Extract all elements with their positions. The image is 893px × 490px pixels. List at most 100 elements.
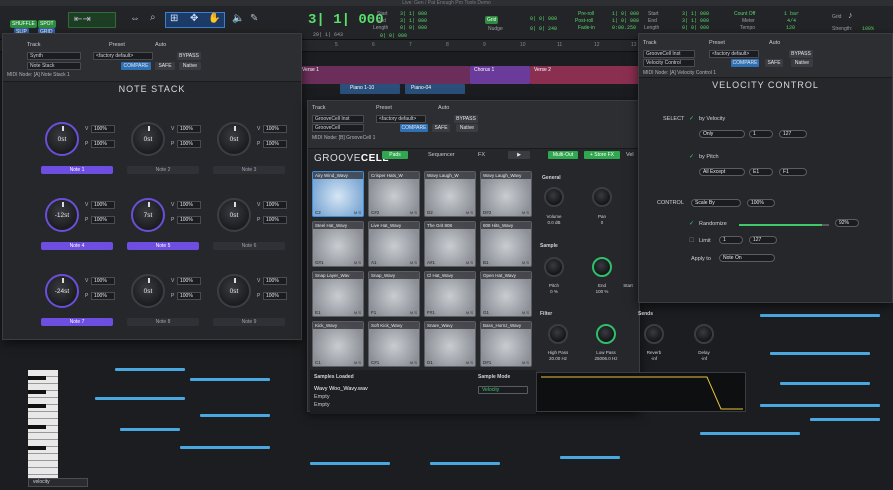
end2-value[interactable]: 3| 1| 000 — [682, 18, 709, 24]
note-toggle-button[interactable]: Note 8 — [127, 318, 199, 326]
play-button[interactable]: ▶ — [508, 151, 530, 159]
velocity-percent-field[interactable]: 100% — [263, 277, 287, 285]
transpose-knob[interactable]: 0st — [217, 274, 251, 308]
velocity-range-high[interactable]: 127 — [779, 130, 807, 138]
clip-piano-04[interactable]: Piano-04 — [405, 84, 465, 94]
pad-mute-solo[interactable]: M S — [466, 260, 473, 265]
drum-pad[interactable]: Snare_Wavy D1 M S — [424, 321, 476, 367]
bypass-button[interactable]: BYPASS — [454, 115, 478, 123]
note-value-icon[interactable]: ♪ — [848, 10, 853, 20]
fx-tab[interactable]: FX — [478, 152, 485, 158]
pad-mute-solo[interactable]: M S — [354, 260, 361, 265]
probability-percent-field[interactable]: 100% — [177, 140, 201, 148]
probability-percent-field[interactable]: 100% — [263, 216, 287, 224]
postroll-value[interactable]: 1| 0| 000 — [612, 18, 639, 24]
zoom-arrows-icon[interactable]: ⇤⇥ — [74, 14, 91, 25]
probability-percent-field[interactable]: 100% — [263, 140, 287, 148]
transpose-knob[interactable]: 0st — [131, 122, 165, 156]
pitch-range-low[interactable]: E1 — [749, 168, 773, 176]
spot-mode-button[interactable]: SPOT — [38, 20, 56, 28]
strength-value[interactable]: 100% — [862, 26, 874, 32]
midi-note[interactable] — [200, 414, 270, 417]
zoomer-tool-icon[interactable]: ⌕ — [150, 12, 156, 23]
track-select[interactable]: Synth — [27, 52, 81, 60]
pitch-range-high[interactable]: F1 — [779, 168, 807, 176]
track-select[interactable]: GrooveCell Inst — [312, 115, 364, 123]
probability-percent-field[interactable]: 100% — [91, 216, 115, 224]
velocity-percent-field[interactable]: 100% — [91, 201, 115, 209]
probability-percent-field[interactable]: 100% — [91, 292, 115, 300]
drum-pad[interactable]: Soft Kick_Wavy C#1 M S — [368, 321, 420, 367]
lowpass-knob[interactable] — [596, 324, 616, 344]
drum-pad[interactable]: Snap_Wavy F1 M S — [368, 271, 420, 317]
note-toggle-button[interactable]: Note 7 — [41, 318, 113, 326]
piano-black-key[interactable] — [28, 446, 46, 450]
midi-note[interactable] — [115, 368, 185, 371]
pad-mute-solo[interactable]: M S — [466, 360, 473, 365]
multi-out-button[interactable]: Multi-Out — [548, 151, 578, 159]
clip-verse-2[interactable]: Verse 2 — [530, 66, 640, 84]
clip-verse-1[interactable]: Verse 1 — [300, 66, 470, 84]
pad-mute-solo[interactable]: M S — [410, 360, 417, 365]
drum-pad[interactable]: Kick_Wavy C1 M S — [312, 321, 364, 367]
transpose-knob[interactable]: 0st — [217, 198, 251, 232]
velocity-percent-field[interactable]: 100% — [177, 125, 201, 133]
transpose-knob[interactable]: 0st — [217, 122, 251, 156]
shuffle-mode-button[interactable]: SHUFFLE — [10, 20, 37, 28]
pad-mute-solo[interactable]: M S — [466, 310, 473, 315]
pad-mute-solo[interactable]: M S — [522, 310, 529, 315]
zoom-out-icon[interactable]: ⇔ — [130, 13, 140, 24]
safe-button[interactable]: SAFE — [155, 62, 175, 70]
apply-to-select[interactable]: Note On — [719, 254, 775, 262]
sequencer-tab[interactable]: Sequencer — [428, 152, 455, 158]
transpose-knob[interactable]: 7st — [131, 198, 165, 232]
by-pitch-check-icon[interactable]: ✓ — [689, 153, 694, 160]
drum-pad[interactable]: Steel Hat_Wavy G#1 M S — [312, 221, 364, 267]
length-value[interactable]: 0| 0| 000 — [400, 25, 427, 31]
pad-mute-solo[interactable]: M S — [522, 260, 529, 265]
midi-note[interactable] — [310, 462, 390, 465]
grid-value[interactable]: 0| 0| 000 — [380, 33, 407, 39]
pad-mute-solo[interactable]: M S — [410, 310, 417, 315]
tempo-value[interactable]: 120 — [786, 25, 795, 31]
pad-mute-solo[interactable]: M S — [410, 260, 417, 265]
pad-mute-solo[interactable]: M S — [522, 210, 529, 215]
probability-percent-field[interactable]: 100% — [91, 140, 115, 148]
piano-black-key[interactable] — [28, 376, 46, 380]
drum-pad[interactable]: Crisper Hats_W C#2 M S — [368, 171, 420, 217]
drum-pad[interactable]: Airy Wind_Wavy C2 M S — [312, 171, 364, 217]
sample-slot-1[interactable]: Wavy Woo_Wavy.wav — [314, 386, 368, 392]
length2-value[interactable]: 0| 0| 000 — [682, 25, 709, 31]
safe-button[interactable]: SAFE — [432, 124, 450, 132]
plugin-select[interactable]: Note Stack — [27, 62, 81, 70]
native-button[interactable]: Native — [179, 62, 201, 70]
preset-select[interactable]: <factory default> — [709, 50, 759, 58]
drum-pad[interactable]: Wavy Laugh_Wavy D#2 M S — [480, 171, 532, 217]
transpose-knob[interactable]: 0st — [45, 122, 79, 156]
grid-toggle-button[interactable]: Grid — [485, 16, 499, 24]
clip-piano-1-10[interactable]: Piano 1-10 — [340, 84, 400, 94]
countoff-value[interactable]: 1 bar — [784, 11, 799, 17]
pan-knob[interactable] — [592, 187, 612, 207]
note-toggle-button[interactable]: Note 1 — [41, 166, 113, 174]
velocity-mode-select[interactable]: Only — [699, 130, 745, 138]
midi-note[interactable] — [700, 432, 800, 435]
fadein-value[interactable]: 0:00.250 — [612, 25, 636, 31]
meter-value[interactable]: 4/4 — [787, 18, 796, 24]
sample-slot-3[interactable]: Empty — [314, 402, 330, 408]
drum-pad[interactable]: The Grit 808 A#1 M S — [424, 221, 476, 267]
preset-select[interactable]: <factory default> — [93, 52, 153, 60]
store-fx-button[interactable]: + Store FX — [584, 151, 620, 159]
midi-note[interactable] — [120, 428, 180, 431]
velocity-range-low[interactable]: 1 — [749, 130, 773, 138]
pitch-mode-select[interactable]: All Except — [699, 168, 745, 176]
pitch-knob[interactable] — [544, 257, 564, 277]
drum-pad[interactable]: Bass_Hornz_Wavy D#1 M S — [480, 321, 532, 367]
randomize-check-icon[interactable]: ✓ — [689, 220, 694, 227]
selector-tool-icon[interactable]: ⊞ — [170, 13, 178, 24]
pad-mute-solo[interactable]: M S — [522, 360, 529, 365]
start-value[interactable]: 3| 1| 000 — [400, 11, 427, 17]
drum-pad[interactable]: Cl Hat_Wavy F#1 M S — [424, 271, 476, 317]
by-velocity-check-icon[interactable]: ✓ — [689, 115, 694, 122]
preset-select[interactable]: <factory default> — [376, 115, 426, 123]
